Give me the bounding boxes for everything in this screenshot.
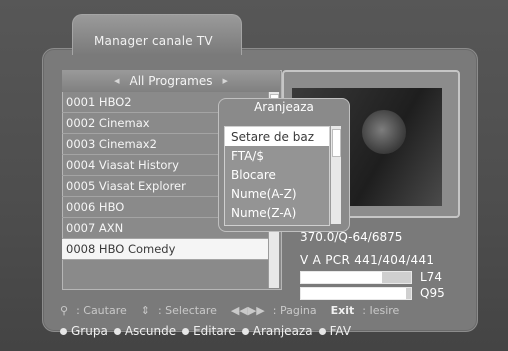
channel-name: 0002 Cinemax <box>66 116 150 130</box>
signal-quality-label: Q95 <box>420 286 445 300</box>
preview-subject <box>362 110 406 154</box>
legend-label: Editare <box>193 324 236 338</box>
channel-name: 0007 AXN <box>66 221 124 235</box>
channel-name: 0005 Viasat Explorer <box>66 179 186 193</box>
sort-option[interactable]: Setare de baz <box>225 127 329 146</box>
color-key-icon <box>182 327 190 335</box>
signal-level-label: L74 <box>420 270 442 284</box>
updown-icon: ⇕ <box>140 303 150 317</box>
signal-level-bar <box>300 271 412 284</box>
legend-item[interactable]: Aranjeaza <box>241 324 313 338</box>
window-title: Manager canale TV <box>94 34 213 48</box>
legend-label: FAV <box>329 324 352 338</box>
legend-label: Grupa <box>71 324 108 338</box>
sort-option[interactable]: FTA/$ <box>225 146 329 165</box>
pid-info: V A PCR 441/404/441 <box>300 253 435 267</box>
page-arrows-icon: ◀◀▶▶ <box>230 303 265 317</box>
channel-name: 0003 Cinemax2 <box>66 137 157 151</box>
color-key-icon <box>241 327 249 335</box>
left-arrow-icon[interactable]: ◀ <box>114 77 119 85</box>
right-arrow-icon[interactable]: ▶ <box>222 77 227 85</box>
signal-quality-fill <box>301 288 406 299</box>
magnifier-icon: ⚲ <box>60 303 69 317</box>
exit-key: Exit <box>330 303 355 317</box>
color-key-icon <box>113 327 121 335</box>
legend-item[interactable]: Editare <box>182 324 236 338</box>
sort-scrollbar-thumb[interactable] <box>332 129 341 157</box>
legend-item[interactable]: Ascunde <box>113 324 177 338</box>
signal-level-fill <box>301 272 383 283</box>
channel-row[interactable]: 0008 HBO Comedy <box>62 239 268 260</box>
exit-hint: : Iesire <box>362 303 400 317</box>
legend-label: Aranjeaza <box>252 324 313 338</box>
channel-name: 0004 Viasat History <box>66 158 179 172</box>
legend-item[interactable]: Grupa <box>60 324 108 338</box>
hint-bar: ⚲ : Cautare ⇕ : Selectare ◀◀▶▶ : Pagina … <box>60 299 470 321</box>
group-label: All Programes <box>129 74 213 88</box>
sort-option[interactable]: Blocare <box>225 165 329 184</box>
sort-options-scrollbar[interactable] <box>330 126 341 224</box>
sort-option[interactable]: Nume(A-Z) <box>225 184 329 203</box>
sort-option[interactable]: Nume(Z-A) <box>225 203 329 222</box>
color-key-icon <box>318 327 326 335</box>
sort-options-list: Setare de baz FTA/$ Blocare Nume(A-Z) Nume(Z… <box>224 126 330 226</box>
legend-item[interactable]: FAV <box>318 324 352 338</box>
page-hint: : Pagina <box>272 303 317 317</box>
legend-label: Ascunde <box>124 324 177 338</box>
group-selector[interactable]: ◀ All Programes ▶ <box>62 70 280 92</box>
function-legend: Grupa Ascunde Editare Aranjeaza FAV <box>60 322 480 340</box>
channel-name: 0001 HBO2 <box>66 95 132 109</box>
channel-name: 0008 HBO Comedy <box>66 242 176 256</box>
sort-dialog-title: Aranjeaza <box>254 100 314 114</box>
channel-name: 0006 HBO <box>66 200 125 214</box>
select-hint: : Selectare <box>157 303 217 317</box>
color-key-icon <box>60 327 67 335</box>
search-hint: : Cautare <box>76 303 127 317</box>
frequency-info: 370.0/Q-64/6875 <box>300 230 403 244</box>
